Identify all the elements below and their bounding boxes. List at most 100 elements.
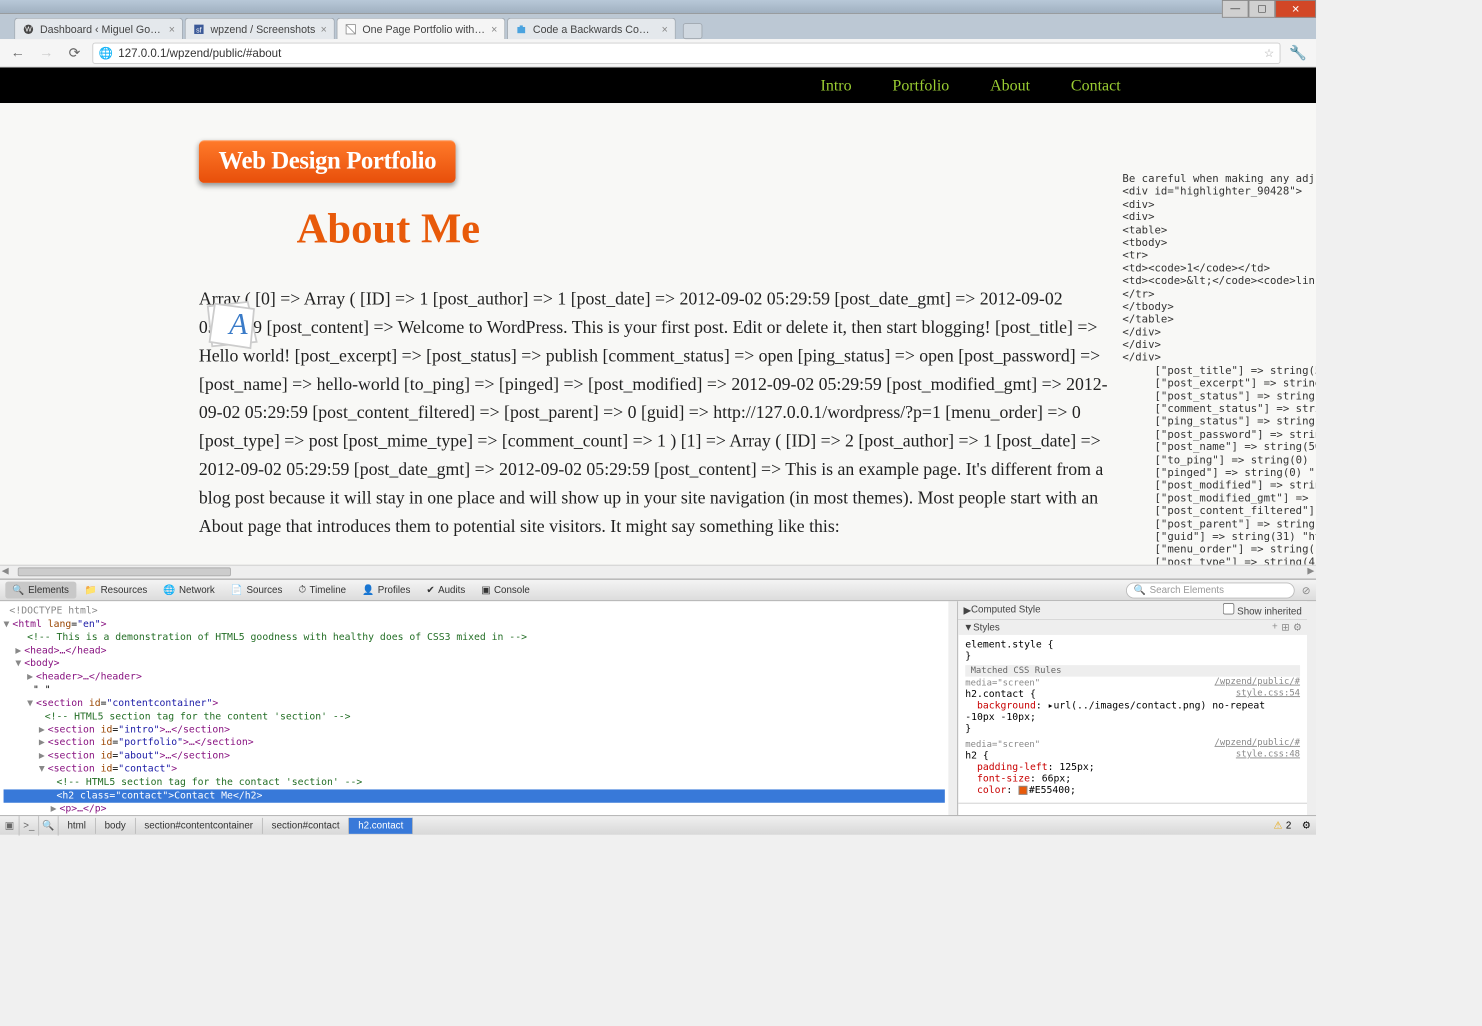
css-rule-h2[interactable]: /wpzend/public/# media="screen" style.cs…: [965, 738, 1300, 796]
maximize-button[interactable]: ☐: [1249, 0, 1276, 18]
settings-gear-icon[interactable]: ⚙: [1302, 820, 1311, 832]
minimize-button[interactable]: —: [1222, 0, 1249, 18]
devtools-tab-audits[interactable]: ✔Audits: [419, 582, 472, 599]
styles-header[interactable]: ▼ Styles +⊞⚙: [958, 620, 1307, 635]
devtools-tab-console[interactable]: ▣Console: [474, 582, 537, 599]
devtools-tab-resources[interactable]: 📁Resources: [78, 582, 155, 599]
show-inherited-label: Show inherited: [1237, 607, 1302, 618]
source-link[interactable]: /wpzend/public/#: [1214, 677, 1300, 687]
bookmark-star-icon[interactable]: ☆: [1264, 46, 1274, 60]
url-input[interactable]: 🌐 127.0.0.1/wpzend/public/#about ☆: [92, 42, 1280, 63]
dom-scrollbar[interactable]: [948, 601, 957, 815]
devtools-tab-network[interactable]: 🌐Network: [156, 582, 222, 599]
breadcrumb-h2[interactable]: h2.contact: [349, 817, 413, 833]
breadcrumb-html[interactable]: html: [59, 817, 96, 833]
breadcrumb-contentcontainer[interactable]: section#contentcontainer: [136, 817, 263, 833]
back-button[interactable]: ←: [7, 42, 28, 63]
devtools-tab-sources[interactable]: 📄Sources: [224, 582, 290, 599]
close-button[interactable]: ✕: [1275, 0, 1316, 18]
favicon-icon: W: [22, 23, 34, 35]
tab-dashboard[interactable]: W Dashboard ‹ Miguel Gome… ×: [14, 18, 183, 39]
breadcrumb-body[interactable]: body: [96, 817, 136, 833]
about-icon: A: [199, 293, 270, 364]
nav-portfolio[interactable]: Portfolio: [892, 76, 949, 95]
dom-tree[interactable]: <!DOCTYPE html> ▼<html lang="en"> <!-- T…: [0, 601, 948, 815]
favicon-icon: sf: [193, 23, 205, 35]
devtools-tab-profiles[interactable]: 👤Profiles: [355, 582, 418, 599]
favicon-icon: [515, 23, 527, 35]
page-body-text: Array ( [0] => Array ( [ID] => 1 [post_a…: [199, 285, 1121, 541]
nav-intro[interactable]: Intro: [820, 76, 851, 95]
selected-dom-node[interactable]: <h2 class="contact">Contact Me</h2>: [4, 789, 945, 802]
window-titlebar: — ☐ ✕: [0, 0, 1316, 14]
source-link[interactable]: style.css:48: [1236, 749, 1300, 759]
inspect-icon[interactable]: 🔍: [39, 816, 59, 836]
tab-label: Dashboard ‹ Miguel Gome…: [40, 23, 163, 35]
tab-code[interactable]: Code a Backwards Compa… ×: [507, 18, 676, 39]
devtools-tab-timeline[interactable]: ⏱Timeline: [291, 582, 353, 599]
nav-about[interactable]: About: [990, 76, 1030, 95]
console-icon: ▣: [481, 584, 490, 596]
tab-screenshots[interactable]: sf wpzend / Screenshots ×: [185, 18, 335, 39]
gear-icon[interactable]: ⚙: [1293, 622, 1302, 634]
devtools-close-icon[interactable]: ⊘: [1302, 584, 1311, 596]
warning-icon[interactable]: ⚠: [1274, 820, 1283, 832]
devtools-statusbar: ▣ >_ 🔍 html body section#contentcontaine…: [0, 815, 1316, 835]
source-link[interactable]: style.css:54: [1236, 688, 1300, 698]
new-style-icon[interactable]: +: [1272, 622, 1278, 634]
console-toggle-icon[interactable]: >_: [20, 816, 40, 836]
favicon-icon: [345, 23, 357, 35]
scroll-right-icon[interactable]: ▶: [1307, 567, 1314, 577]
breadcrumb-contact[interactable]: section#contact: [263, 817, 350, 833]
new-tab-button[interactable]: [683, 23, 703, 39]
devtools: 🔍Elements 📁Resources 🌐Network 📄Sources ⏱…: [0, 579, 1316, 835]
nav-contact[interactable]: Contact: [1071, 76, 1121, 95]
elements-icon: 🔍: [12, 584, 24, 596]
scroll-left-icon[interactable]: ◀: [2, 567, 9, 577]
horizontal-scrollbar[interactable]: ◀ ▶: [0, 565, 1316, 579]
settings-icon[interactable]: 🔧: [1288, 42, 1309, 63]
audits-icon: ✔: [426, 584, 434, 596]
svg-text:A: A: [227, 307, 248, 341]
timeline-icon: ⏱: [298, 584, 306, 596]
show-inherited-checkbox[interactable]: [1223, 603, 1235, 615]
devtools-toolbar: 🔍Elements 📁Resources 🌐Network 📄Sources ⏱…: [0, 580, 1316, 601]
tab-label: One Page Portfolio with H…: [362, 23, 485, 35]
site-logo[interactable]: Web Design Portfolio: [199, 140, 456, 183]
tab-close-icon[interactable]: ×: [169, 23, 175, 35]
element-style-rule[interactable]: element.style { }: [965, 638, 1300, 661]
matched-rules-label: Matched CSS Rules: [965, 665, 1300, 677]
forward-button[interactable]: →: [36, 42, 57, 63]
toggle-state-icon[interactable]: ⊞: [1281, 622, 1289, 634]
tab-close-icon[interactable]: ×: [662, 23, 668, 35]
url-text: 127.0.0.1/wpzend/public/#about: [118, 46, 281, 59]
globe-icon: 🌐: [99, 46, 113, 60]
profiles-icon: 👤: [362, 584, 374, 596]
dock-icon[interactable]: ▣: [0, 816, 20, 836]
address-bar: ← → ⟳ 🌐 127.0.0.1/wpzend/public/#about ☆…: [0, 39, 1316, 67]
svg-text:W: W: [25, 26, 32, 33]
styles-sidebar: ▶ Computed Style Show inherited ▼ Styles…: [957, 601, 1307, 815]
css-rule-contact[interactable]: /wpzend/public/# media="screen" style.cs…: [965, 677, 1300, 735]
site-topnav: Intro Portfolio About Contact: [0, 67, 1316, 103]
reload-button[interactable]: ⟳: [64, 42, 85, 63]
color-swatch[interactable]: [1018, 786, 1027, 795]
sources-icon: 📄: [231, 584, 243, 596]
page-viewport: Intro Portfolio About Contact Web Design…: [0, 67, 1316, 564]
debug-output: Be careful when making any adj <div id="…: [1122, 172, 1316, 564]
tab-label: Code a Backwards Compa…: [533, 23, 656, 35]
tab-portfolio[interactable]: One Page Portfolio with H… ×: [337, 18, 506, 39]
devtools-tab-elements[interactable]: 🔍Elements: [5, 582, 76, 599]
devtools-search-input[interactable]: 🔍 Search Elements: [1126, 582, 1295, 598]
warning-count: 2: [1286, 820, 1291, 831]
tab-close-icon[interactable]: ×: [321, 23, 327, 35]
source-link[interactable]: /wpzend/public/#: [1214, 738, 1300, 748]
svg-text:sf: sf: [196, 27, 201, 34]
tab-close-icon[interactable]: ×: [491, 23, 497, 35]
styles-scrollbar[interactable]: [1307, 601, 1316, 815]
scroll-thumb[interactable]: [18, 567, 231, 576]
network-icon: 🌐: [163, 584, 175, 596]
computed-style-header[interactable]: ▶ Computed Style Show inherited: [958, 601, 1307, 619]
page-heading: About Me: [297, 204, 1121, 253]
browser-tabbar: W Dashboard ‹ Miguel Gome… × sf wpzend /…: [0, 14, 1316, 39]
